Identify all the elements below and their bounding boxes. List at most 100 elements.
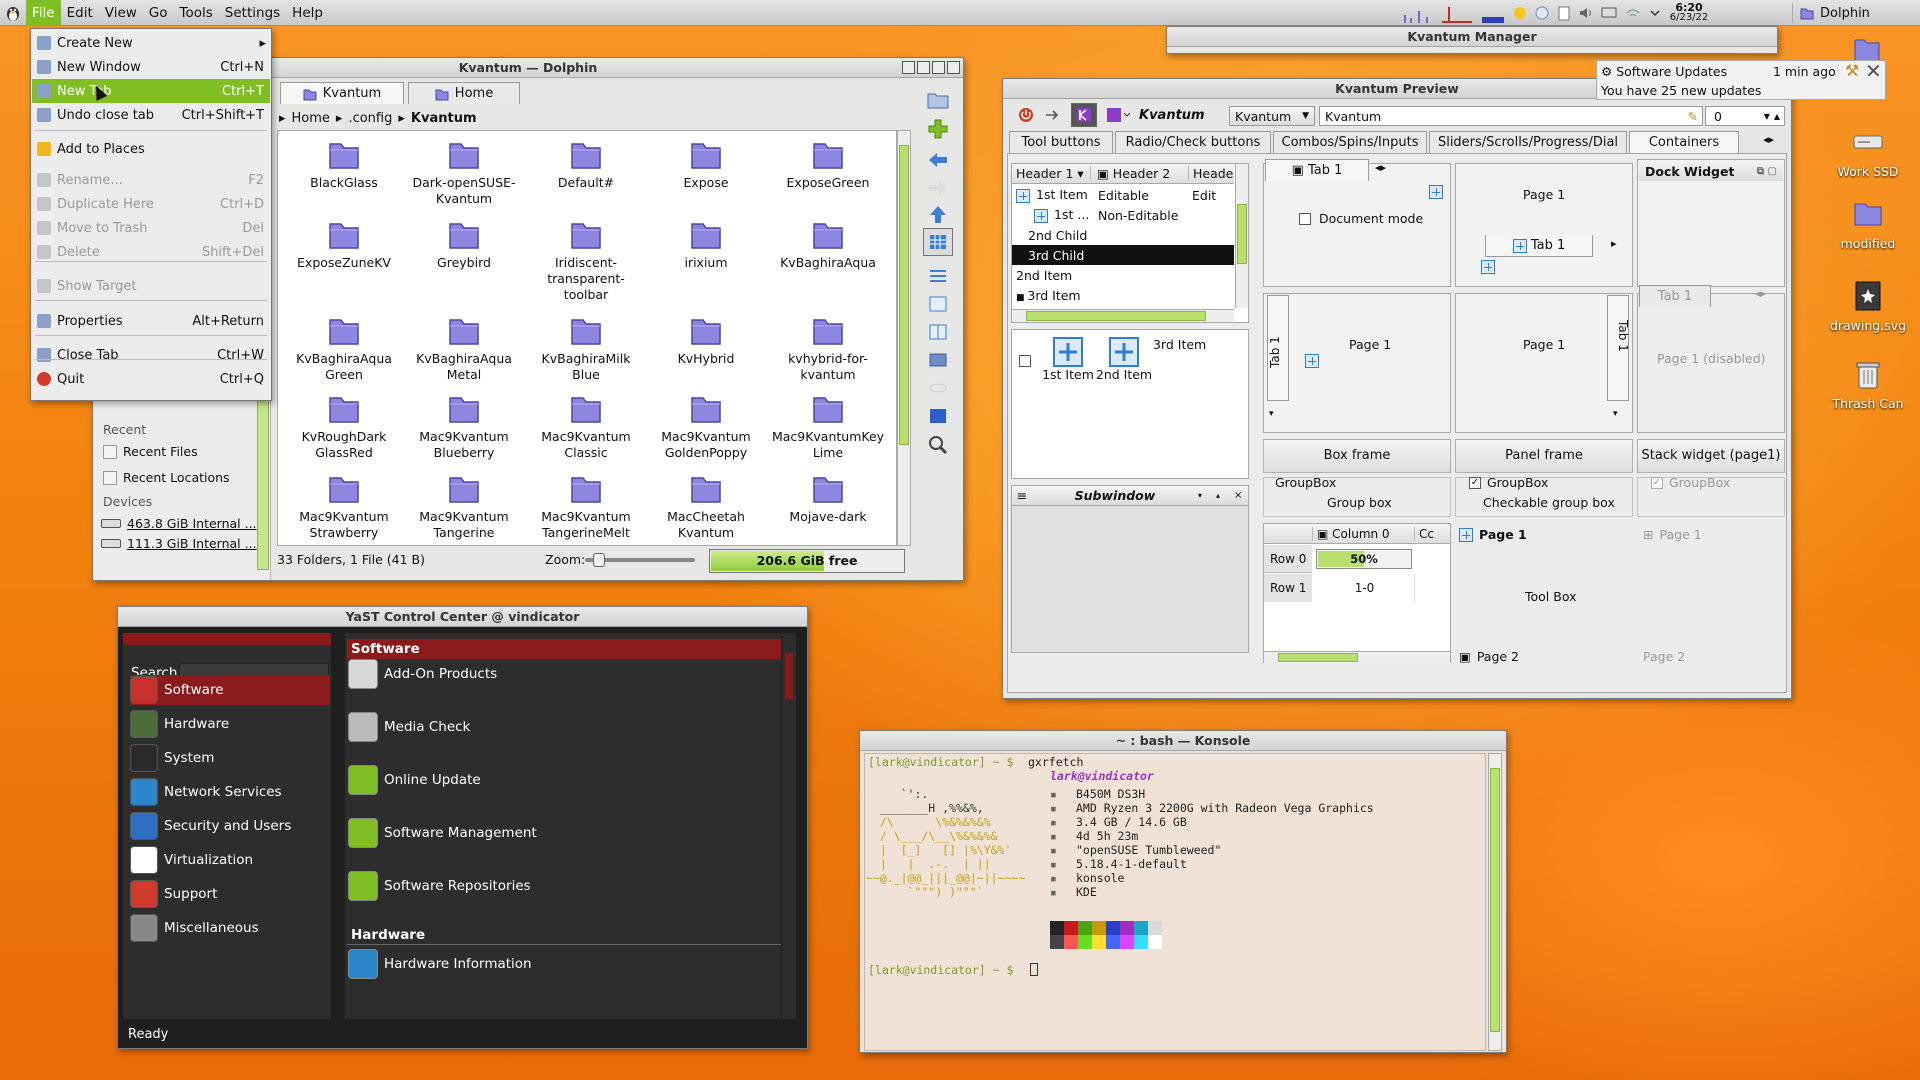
folder-item[interactable]: ExposeGreen	[768, 139, 888, 191]
keep-above-button[interactable]	[902, 61, 915, 74]
terminal-panel-icon[interactable]	[927, 406, 949, 426]
icons-view-button[interactable]	[923, 228, 953, 256]
menu-edit[interactable]: Edit	[61, 0, 99, 26]
folder-item[interactable]: Greybird	[404, 219, 524, 271]
folder-item[interactable]: Mojave-dark	[768, 473, 888, 525]
toolbox-page1-tab[interactable]: Page 1	[1459, 527, 1527, 542]
desktop-icon-thrash-can[interactable]: Thrash Can	[1818, 356, 1918, 411]
tree-header-2[interactable]: ▣ Header 2	[1090, 166, 1188, 181]
yast-titlebar[interactable]: YaST Control Center @ vindicator	[118, 607, 807, 627]
display-icon[interactable]	[1600, 5, 1618, 21]
folder-item[interactable]: Mac9Kvantum Classic	[526, 393, 646, 461]
clipboard-icon[interactable]	[1556, 5, 1572, 21]
places-recent-locations[interactable]: Recent Locations	[103, 470, 230, 485]
clear-brush-icon[interactable]: ✎	[1688, 109, 1698, 124]
table-column-1[interactable]: Cc	[1414, 526, 1448, 541]
table-row-header-1[interactable]: Row 1	[1264, 574, 1312, 602]
forward-arrow-icon[interactable]	[927, 178, 949, 198]
add-icon[interactable]	[927, 118, 949, 140]
search-icon[interactable]	[927, 434, 949, 456]
spin-down-icon[interactable]: ▼	[1764, 112, 1770, 121]
style-combobox[interactable]: Kvantum ▼	[1229, 106, 1315, 126]
yast-module-software-management[interactable]: Software Management	[348, 818, 537, 848]
yast-module-hardware-information[interactable]: Hardware Information	[348, 949, 532, 979]
new-folder-icon[interactable]	[927, 90, 949, 110]
tab-scroll-icon[interactable]: ◂▸	[1375, 161, 1386, 174]
folder-item[interactable]: MacCheetah Kvantum	[646, 473, 766, 541]
terminal-scrollbar[interactable]	[1488, 753, 1502, 1051]
breadcrumb-config[interactable]: .config	[348, 111, 392, 126]
kvantum-menu-icon[interactable]	[1105, 106, 1131, 124]
tab-tool-buttons[interactable]: Tool buttons	[1009, 131, 1113, 153]
places-recent-files[interactable]: Recent Files	[103, 444, 198, 459]
file-view[interactable]: BlackGlass Dark-openSUSE-Kvantum Default# E…	[277, 130, 897, 546]
tree-vscrollbar[interactable]	[1235, 164, 1248, 308]
konsole-titlebar[interactable]: ~ : bash — Konsole	[860, 731, 1506, 751]
places-device-2[interactable]: 111.3 GiB Internal ...	[101, 536, 257, 551]
tree-row[interactable]: 3rd Child	[1012, 245, 1234, 265]
menu-settings[interactable]: Settings	[219, 0, 286, 26]
konsole-window[interactable]: ~ : bash — Konsole [lark@vindicator] ~ $…	[859, 730, 1507, 1053]
minimize-button[interactable]	[917, 61, 930, 74]
list-checkbox[interactable]	[1019, 355, 1031, 367]
tab-kvantum[interactable]: Kvantum	[280, 82, 404, 104]
menu-go[interactable]: Go	[143, 0, 174, 26]
dock-widget-titlebar[interactable]: Dock Widget ⧉ ▢	[1639, 161, 1783, 181]
close-button[interactable]	[947, 61, 960, 74]
file-menu-item-close-tab[interactable]: Close Tab Ctrl+W	[32, 343, 270, 367]
table-column-0[interactable]: ▣ Column 0	[1312, 526, 1414, 541]
subwindow-menu-icon[interactable]: ≡	[1012, 488, 1032, 503]
notification-popup[interactable]: ⚙ Software Updates 1 min ago ⚒ ✕ You have…	[1596, 59, 1886, 100]
menu-file[interactable]: File	[26, 0, 61, 26]
icon-list-item-1[interactable]: 1st Item	[1039, 337, 1097, 382]
tab-sliders-scrolls-progress-dial[interactable]: Sliders/Scrolls/Progress/Dial	[1429, 131, 1627, 153]
file-menu-item-add-to-places[interactable]: Add to Places	[32, 137, 270, 161]
updates-icon[interactable]	[1534, 5, 1550, 21]
breadcrumb-kvantum[interactable]: Kvantum	[411, 111, 477, 126]
folder-item[interactable]: KvBaghiraMilk Blue	[526, 315, 646, 383]
tab-scroll-icon[interactable]: ▾	[1613, 409, 1618, 419]
yast-window[interactable]: YaST Control Center @ vindicator Search …	[117, 606, 808, 1049]
notification-settings-icon[interactable]: ⚒	[1845, 61, 1859, 80]
menu-help[interactable]: Help	[286, 0, 329, 26]
table-hscrollbar[interactable]	[1264, 651, 1450, 663]
folder-item[interactable]: Mac9Kvantum TangerineMelt	[526, 473, 646, 541]
desktop-icon-modified[interactable]: modified	[1818, 196, 1918, 251]
subwindow-maximize-icon[interactable]: ▴	[1216, 491, 1234, 500]
line-edit[interactable]: Kvantum ✎	[1319, 106, 1703, 126]
places-device-1[interactable]: 463.8 GiB Internal ...	[101, 516, 257, 531]
yast-category-miscellaneous[interactable]: Miscellaneous	[130, 913, 330, 943]
tab-corner-plus-icon[interactable]	[1481, 259, 1496, 274]
yast-category-support[interactable]: Support	[130, 879, 330, 909]
folder-item[interactable]: irixium	[646, 219, 766, 271]
folder-item[interactable]: KvBaghiraAqua Metal	[404, 315, 524, 383]
breadcrumb-home[interactable]: Home	[292, 111, 330, 126]
kvantum-preview-window[interactable]: Kvantum Preview Kvantum Kvantum ▼ Kvantum…	[1002, 78, 1792, 699]
yast-category-software[interactable]: Software	[130, 675, 330, 705]
kvantum-manager-titlebar[interactable]: Kvantum Manager	[1167, 27, 1777, 47]
tree-hscrollbar[interactable]	[1012, 309, 1234, 322]
table-row-header-0[interactable]: Row 0	[1264, 545, 1312, 573]
tab-scroll-icon[interactable]: ◂▸	[1763, 133, 1774, 146]
tree-row[interactable]: ■ 3rd Item	[1012, 285, 1234, 305]
tree-header-1[interactable]: Header 1 ▾	[1012, 166, 1090, 181]
tab-scroll-icon[interactable]: ▸	[1611, 237, 1617, 250]
file-menu-item-properties[interactable]: Properties Alt+Return	[32, 309, 270, 333]
desktop-icon-drawing-svg[interactable]: drawing.svg	[1818, 278, 1918, 333]
folder-item[interactable]: Mac9Kvantum Blueberry	[404, 393, 524, 461]
toolbox-page2-tab[interactable]: ▣ Page 2	[1459, 649, 1519, 664]
tool-icon[interactable]	[1043, 106, 1063, 124]
folder-item[interactable]: Mac9Kvantum GoldenPoppy	[646, 393, 766, 461]
spinbox[interactable]: 0 ▼ ▲	[1705, 106, 1785, 126]
yast-module-online-update[interactable]: Online Update	[348, 765, 481, 795]
folder-item[interactable]: Default#	[526, 139, 646, 191]
file-menu-item-undo-close-tab[interactable]: Undo close tab Ctrl+Shift+T	[32, 103, 270, 127]
file-menu-item-new-window[interactable]: New Window Ctrl+N	[32, 55, 270, 79]
clock[interactable]: 6:20 6/23/22	[1668, 2, 1710, 23]
hidden-files-icon[interactable]	[927, 378, 949, 398]
folder-item[interactable]: Expose	[646, 139, 766, 191]
folder-item[interactable]: Dark-openSUSE-Kvantum	[404, 139, 524, 207]
kvantum-manager-window[interactable]: Kvantum Manager	[1166, 26, 1778, 54]
subwindow-close-icon[interactable]: ×	[1234, 490, 1248, 501]
subwindow-titlebar[interactable]: ≡ Subwindow ▾ ▴ ×	[1012, 486, 1248, 506]
